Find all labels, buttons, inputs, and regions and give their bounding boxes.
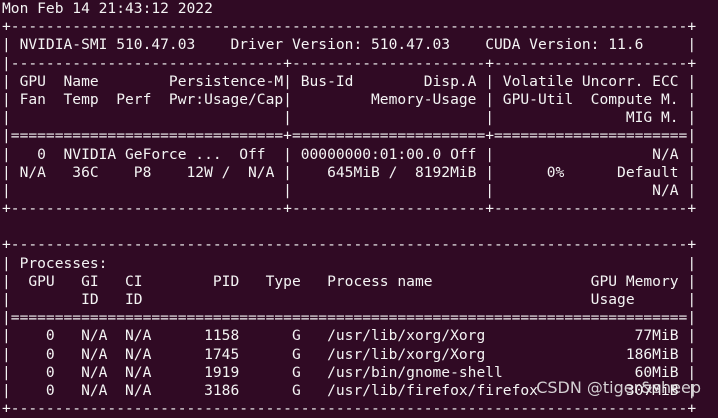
output-line: |-------------------------------+-------… — [2, 54, 697, 72]
output-line: +-------------------------------+-------… — [2, 200, 697, 218]
output-line: | ID ID Usage | — [2, 291, 697, 308]
watermark: CSDN @tiger&sheep — [536, 378, 701, 397]
nvidia-smi-output: +---------------------------------------… — [2, 18, 718, 418]
output-line: | 0 N/A N/A 1745 G /usr/lib/xorg/Xorg 18… — [2, 345, 697, 363]
output-line: | 0 NVIDIA GeForce ... Off | 00000000:01… — [2, 145, 697, 163]
output-line: +---------------------------------------… — [2, 400, 697, 418]
output-line: | Processes: | — [2, 254, 697, 272]
output-line: +---------------------------------------… — [2, 18, 697, 36]
terminal-output[interactable]: Mon Feb 14 21:43:12 2022 +--------------… — [2, 0, 718, 417]
output-line: | | | MIG M. | — [2, 109, 697, 127]
output-line: | | | N/A | — [2, 181, 697, 199]
output-line: | N/A 36C P8 12W / N/A | 645MiB / 8192Mi… — [2, 163, 697, 181]
output-line: | GPU Name Persistence-M| Bus-Id Disp.A … — [2, 72, 697, 90]
output-line: | 0 N/A N/A 1158 G /usr/lib/xorg/Xorg 77… — [2, 327, 697, 345]
output-line: | NVIDIA-SMI 510.47.03 Driver Version: 5… — [2, 36, 697, 54]
output-line: +---------------------------------------… — [2, 236, 697, 254]
output-line: | GPU GI CI PID Type Process name GPU Me… — [2, 272, 697, 290]
output-line: |===============================+=======… — [2, 127, 697, 145]
timestamp-line: Mon Feb 14 21:43:12 2022 — [2, 0, 213, 17]
output-line: |=======================================… — [2, 309, 697, 327]
output-line: | Fan Temp Perf Pwr:Usage/Cap| Memory-Us… — [2, 90, 697, 108]
